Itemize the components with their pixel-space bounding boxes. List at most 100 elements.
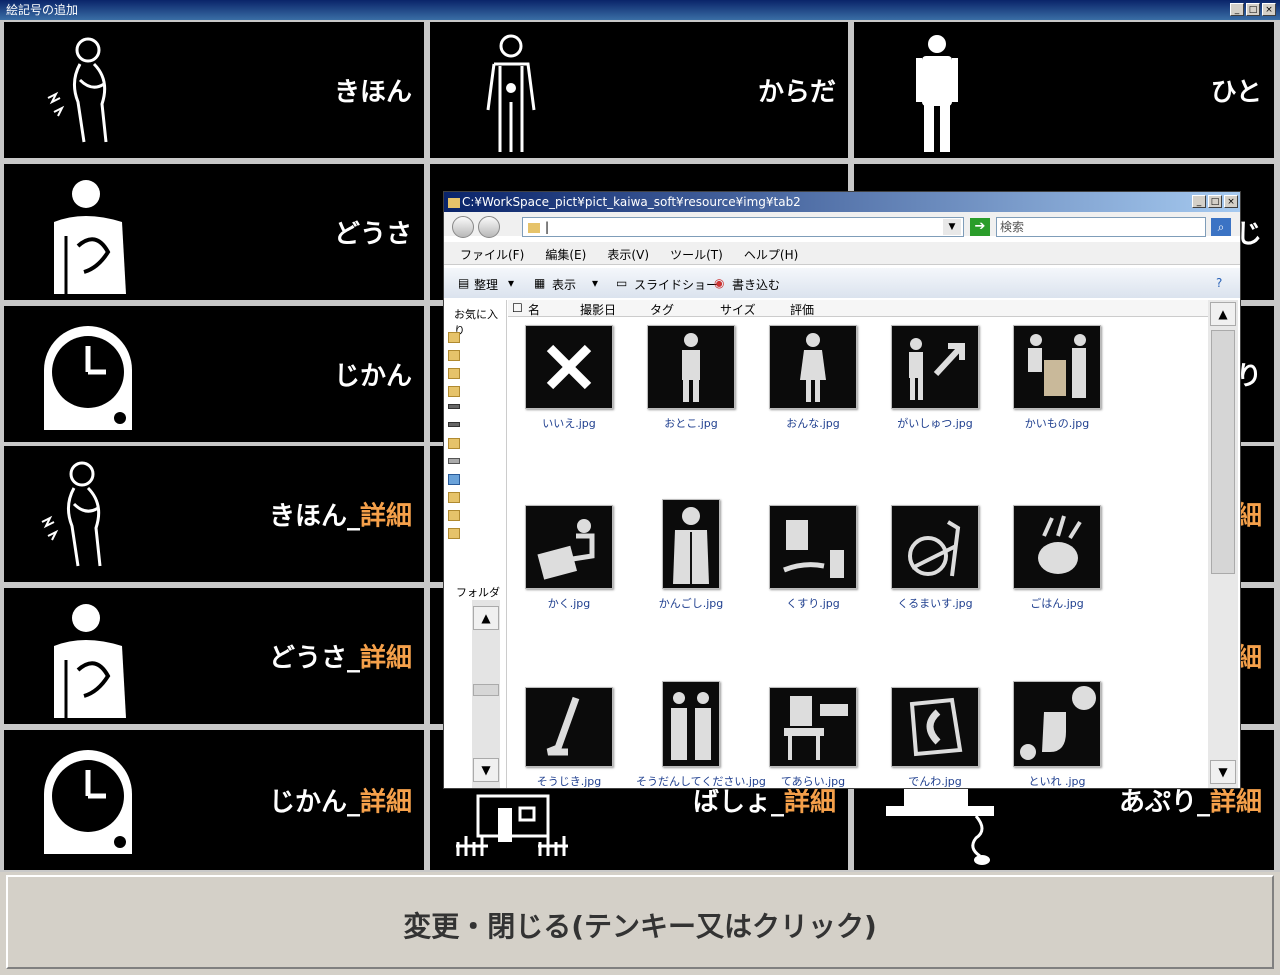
network-icon[interactable] xyxy=(448,474,460,485)
drive-icon[interactable] xyxy=(448,458,460,464)
favorites-label: お気に入り xyxy=(454,308,498,337)
search-input[interactable]: 検索 xyxy=(996,217,1206,237)
organize-dropdown-icon[interactable]: ▾ xyxy=(508,276,514,290)
address-value: | xyxy=(545,220,550,234)
help-icon[interactable]: ? xyxy=(1216,276,1222,290)
minimize-button[interactable]: _ xyxy=(1230,3,1244,16)
scroll-down-icon[interactable]: ▼ xyxy=(473,758,499,782)
views-dropdown-icon[interactable]: ▾ xyxy=(592,276,598,290)
menu-view[interactable]: 表示(V) xyxy=(607,246,649,263)
drive-icon[interactable] xyxy=(448,422,460,427)
cell-label: じかん xyxy=(333,361,412,392)
file-item[interactable]: ごはん.jpg xyxy=(1002,505,1112,611)
folder-icon[interactable] xyxy=(448,350,460,361)
column-rating[interactable]: 評価 xyxy=(790,301,814,318)
person-icon xyxy=(916,35,958,152)
category-cell-dousa[interactable]: どうさ xyxy=(4,164,424,300)
select-all-checkbox[interactable]: ☐ xyxy=(512,301,523,315)
folder-icon[interactable] xyxy=(448,386,460,397)
category-cell-kihon-detail[interactable]: きほん_詳細 xyxy=(4,446,424,582)
woman-icon xyxy=(769,325,857,409)
views-icon: ▦ xyxy=(534,276,546,290)
file-item[interactable]: かんごし.jpg xyxy=(636,499,746,611)
address-dropdown-icon[interactable]: ▼ xyxy=(943,219,961,235)
views-button[interactable]: 表示 xyxy=(552,276,576,293)
folder-icon[interactable] xyxy=(448,368,460,379)
file-item[interactable]: おとこ.jpg xyxy=(636,325,746,431)
scroll-thumb[interactable] xyxy=(1211,330,1235,574)
file-name: ごはん.jpg xyxy=(1030,597,1084,610)
category-cell-kihon[interactable]: きほん xyxy=(4,22,424,158)
file-item[interactable]: そうじき.jpg xyxy=(514,687,624,787)
column-tags[interactable]: タグ xyxy=(650,301,674,318)
clock-icon xyxy=(44,750,132,854)
window-titlebar: 絵記号の追加 _ □ × xyxy=(0,0,1280,20)
explorer-close-button[interactable]: × xyxy=(1224,195,1238,208)
category-cell-karada[interactable]: からだ xyxy=(430,22,848,158)
category-cell-hito[interactable]: ひと xyxy=(854,22,1274,158)
column-header: ☐ 名 撮影日 タグ サイズ 評価 xyxy=(508,300,1208,317)
folders-label[interactable]: フォルダ xyxy=(456,584,500,600)
file-item[interactable]: くるまいす.jpg xyxy=(880,505,990,611)
file-item[interactable]: かく.jpg xyxy=(514,505,624,611)
folders-scrollbar[interactable]: ▲ ▼ xyxy=(472,600,500,788)
scroll-up-icon[interactable]: ▲ xyxy=(473,606,499,630)
column-size[interactable]: サイズ xyxy=(720,301,756,318)
column-date-taken[interactable]: 撮影日 xyxy=(580,301,616,318)
shopping-icon xyxy=(1013,325,1101,409)
file-item[interactable]: そうだんしてください.jpg xyxy=(636,681,766,787)
forward-button[interactable] xyxy=(478,216,500,238)
vacuum-icon xyxy=(525,687,613,767)
scroll-up-icon[interactable]: ▲ xyxy=(1210,302,1236,326)
organize-icon: ▤ xyxy=(458,276,470,290)
go-arrow-icon[interactable]: ➔ xyxy=(970,218,990,236)
pain-person-icon xyxy=(47,37,108,143)
column-name[interactable]: 名 xyxy=(528,301,540,318)
maximize-button[interactable]: □ xyxy=(1246,3,1260,16)
address-bar[interactable]: | ▼ xyxy=(522,217,964,237)
drive-icon[interactable] xyxy=(448,404,460,409)
explorer-maximize-button[interactable]: □ xyxy=(1208,195,1222,208)
search-icon[interactable]: ⌕ xyxy=(1211,218,1231,236)
slideshow-button[interactable]: スライドショー xyxy=(634,276,718,293)
menu-file[interactable]: ファイル(F) xyxy=(460,246,524,263)
clock-icon xyxy=(44,326,132,430)
file-item[interactable]: がいしゅつ.jpg xyxy=(880,325,990,431)
man-icon xyxy=(647,325,735,409)
cell-label: じかん_詳細 xyxy=(268,787,412,818)
folder-icon[interactable] xyxy=(448,510,460,521)
back-button[interactable] xyxy=(452,216,474,238)
menu-edit[interactable]: 編集(E) xyxy=(545,246,586,263)
explorer-minimize-button[interactable]: _ xyxy=(1192,195,1206,208)
folder-icon[interactable] xyxy=(448,438,460,449)
house-icon xyxy=(456,794,568,856)
folder-icon[interactable] xyxy=(448,332,460,343)
folder-icon[interactable] xyxy=(448,492,460,503)
file-item[interactable]: てあらい.jpg xyxy=(758,687,868,787)
organize-button[interactable]: 整理 xyxy=(474,276,498,293)
category-cell-dousa-detail[interactable]: どうさ_詳細 xyxy=(4,588,424,724)
file-item[interactable]: といれ .jpg xyxy=(1002,681,1112,787)
file-item[interactable]: くすり.jpg xyxy=(758,505,868,611)
file-scrollbar[interactable]: ▲ ▼ xyxy=(1208,300,1238,788)
file-item[interactable]: かいもの.jpg xyxy=(1002,325,1112,431)
going-out-icon xyxy=(891,325,979,409)
close-button[interactable]: × xyxy=(1262,3,1276,16)
file-name: くるまいす.jpg xyxy=(897,597,973,610)
nurse-icon xyxy=(662,499,720,589)
file-item[interactable]: でんわ.jpg xyxy=(880,687,990,787)
file-item[interactable]: いいえ.jpg xyxy=(514,325,624,431)
menu-help[interactable]: ヘルプ(H) xyxy=(744,246,798,263)
file-name: かく.jpg xyxy=(547,597,591,610)
file-item[interactable]: おんな.jpg xyxy=(758,325,868,431)
explorer-title: C:¥WorkSpace_pict¥pict_kaiwa_soft¥resour… xyxy=(462,195,801,209)
folder-icon[interactable] xyxy=(448,528,460,539)
cell-label: きほん_詳細 xyxy=(268,501,412,532)
category-cell-jikan[interactable]: じかん xyxy=(4,306,424,442)
scroll-down-icon[interactable]: ▼ xyxy=(1210,760,1236,784)
category-cell-jikan-detail[interactable]: じかん_詳細 xyxy=(4,730,424,870)
menu-tools[interactable]: ツール(T) xyxy=(670,246,723,263)
burn-button[interactable]: 書き込む xyxy=(732,276,780,293)
change-close-button[interactable]: 変更・閉じる(テンキー又はクリック) xyxy=(6,875,1274,969)
scroll-thumb[interactable] xyxy=(473,684,499,696)
